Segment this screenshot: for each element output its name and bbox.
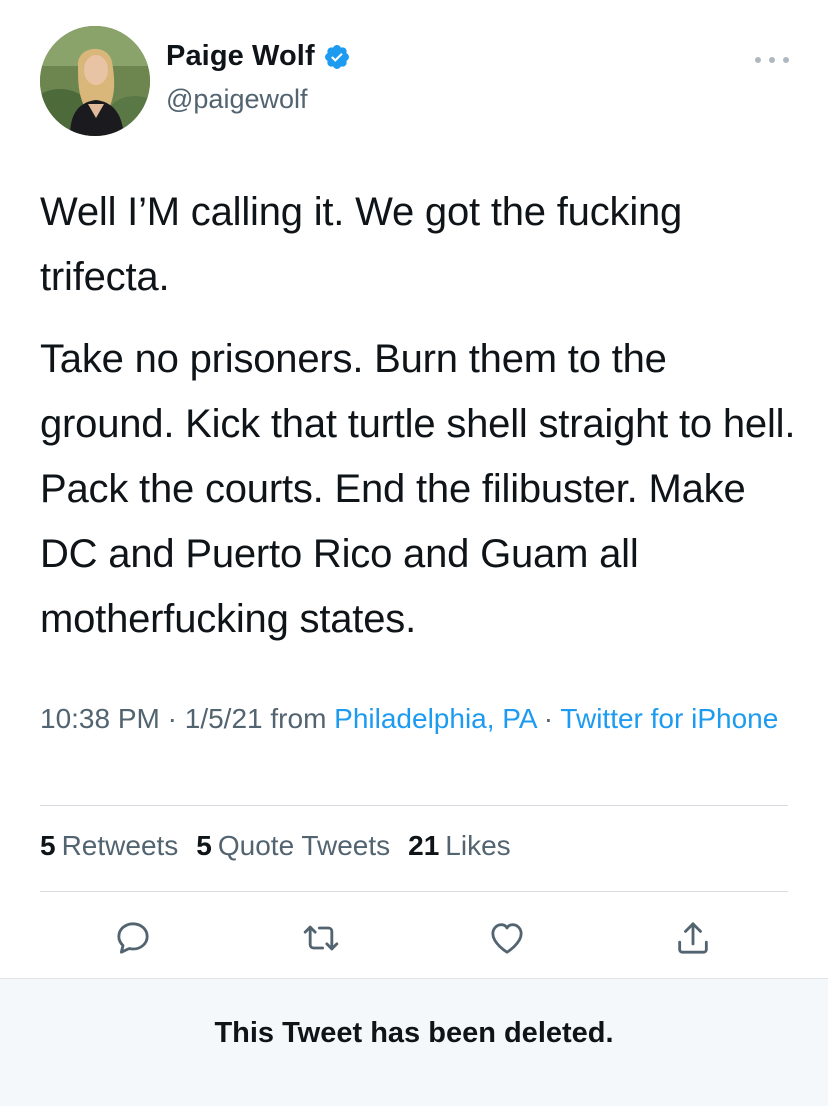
avatar[interactable]	[40, 26, 150, 136]
reply-icon	[117, 922, 149, 954]
quotes-label: Quote Tweets	[217, 830, 391, 861]
retweets-stat[interactable]: 5 Retweets	[40, 830, 178, 862]
avatar-image	[40, 26, 150, 136]
verified-badge-icon	[323, 43, 351, 71]
engagement-stats: 5 Retweets 5 Quote Tweets 21 Likes	[40, 830, 529, 862]
retweets-count: 5	[40, 830, 56, 861]
from-label: from	[262, 703, 335, 734]
deleted-notice-bar: This Tweet has been deleted.	[0, 978, 828, 1106]
location-link[interactable]: Philadelphia, PA	[334, 703, 536, 734]
user-handle[interactable]: @paigewolf	[166, 84, 308, 115]
deleted-notice: This Tweet has been deleted.	[214, 1017, 614, 1049]
tweet-card: Paige Wolf @paigewolf Well I’M calling i…	[0, 0, 828, 978]
retweets-label: Retweets	[61, 830, 179, 861]
tweet-time[interactable]: 10:38 PM	[40, 703, 160, 734]
retweet-button[interactable]	[300, 917, 342, 959]
user-name-row: Paige Wolf	[166, 40, 351, 73]
action-bar	[0, 917, 828, 959]
tweet-date[interactable]: 1/5/21	[185, 703, 263, 734]
tweet-text: Well I’M calling it. We got the fucking …	[40, 180, 800, 652]
tweet-meta: 10:38 PM · 1/5/21 from Philadelphia, PA …	[40, 698, 800, 740]
heart-icon	[491, 923, 523, 954]
like-button[interactable]	[486, 917, 528, 959]
likes-count: 21	[408, 830, 440, 861]
likes-stat[interactable]: 21 Likes	[408, 830, 511, 862]
likes-label: Likes	[445, 830, 511, 861]
tweet-paragraph-2: Take no prisoners. Burn them to the grou…	[40, 337, 796, 641]
display-name[interactable]: Paige Wolf	[166, 40, 315, 73]
tweet-paragraph-1: Well I’M calling it. We got the fucking …	[40, 190, 683, 299]
client-link[interactable]: Twitter for iPhone	[560, 703, 778, 734]
share-icon	[678, 922, 708, 954]
share-button[interactable]	[672, 917, 714, 959]
reply-button[interactable]	[112, 917, 154, 959]
divider	[40, 891, 788, 892]
divider	[40, 805, 788, 806]
retweet-icon	[303, 925, 339, 951]
more-icon[interactable]	[755, 52, 789, 68]
quotes-count: 5	[196, 830, 212, 861]
meta-separator: ·	[536, 703, 561, 734]
meta-separator: ·	[159, 703, 185, 734]
quotes-stat[interactable]: 5 Quote Tweets	[196, 830, 390, 862]
